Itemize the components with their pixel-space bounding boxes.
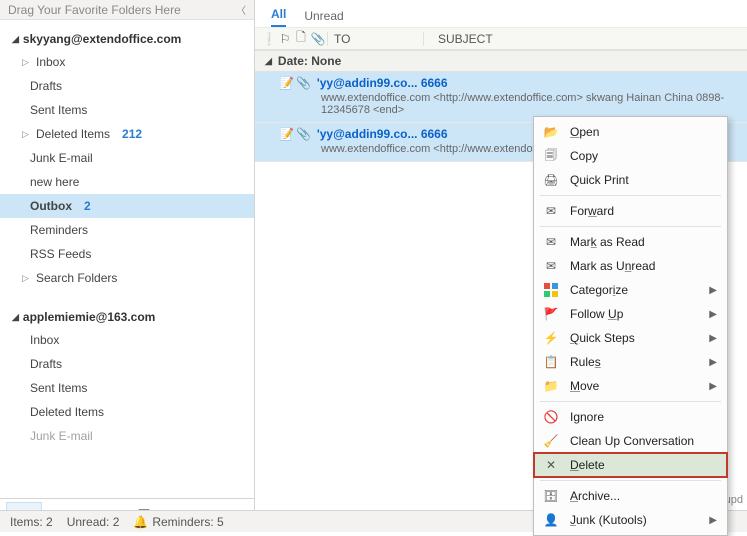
message-subject: 'yy@addin99.co... 6666 (317, 76, 448, 90)
menu-open[interactable]: 📂Open (534, 120, 727, 144)
folder-drafts[interactable]: Drafts (0, 74, 254, 98)
folder-inbox-2[interactable]: Inbox (0, 328, 254, 352)
delete-icon: ✕ (542, 456, 560, 474)
menu-ignore[interactable]: 🚫Ignore (534, 405, 727, 429)
expand-icon: ▷ (22, 57, 30, 68)
categorize-icon (542, 281, 560, 299)
cleanup-icon: 🧹 (542, 432, 560, 450)
message-subject: 'yy@addin99.co... 6666 (317, 127, 448, 141)
rules-icon: 📋 (542, 353, 560, 371)
folder-deleted[interactable]: ▷Deleted Items212 (0, 122, 254, 146)
folder-sent-2[interactable]: Sent Items (0, 376, 254, 400)
account-label: applemiemie@163.com (23, 310, 155, 324)
menu-quick-print[interactable]: 🖨Quick Print (534, 168, 727, 192)
folder-outbox[interactable]: Outbox2 (0, 194, 254, 218)
context-menu: 📂Open 🗐Copy 🖨Quick Print ✉Forward ✉Mark … (533, 116, 728, 536)
attachment-icon: 📎 (296, 76, 311, 90)
archive-icon: 🗄 (542, 487, 560, 505)
account-2[interactable]: ◢ applemiemie@163.com (0, 304, 254, 328)
folder-count: 212 (122, 127, 142, 141)
menu-cleanup[interactable]: 🧹Clean Up Conversation (534, 429, 727, 453)
menu-copy[interactable]: 🗐Copy (534, 144, 727, 168)
menu-move[interactable]: 📁Move▶ (534, 374, 727, 398)
status-items: Items: 2 (10, 515, 53, 529)
col-subject[interactable]: SUBJECT (423, 32, 747, 46)
flag-icon: 🚩 (542, 305, 560, 323)
menu-mark-unread[interactable]: ✉Mark as Unread (534, 254, 727, 278)
open-icon: 📂 (542, 123, 560, 141)
message-status-icons: 📝 📎 (279, 76, 311, 90)
folder-deleted-2[interactable]: Deleted Items (0, 400, 254, 424)
menu-junk[interactable]: 👤Junk (Kutools)▶ (534, 508, 727, 532)
tab-unread[interactable]: Unread (304, 9, 343, 27)
folder-sent[interactable]: Sent Items (0, 98, 254, 122)
folder-junk-2[interactable]: Junk E-mail (0, 424, 254, 448)
bell-icon: 🔔 (133, 515, 148, 529)
menu-delete[interactable]: ✕Delete (534, 453, 727, 477)
print-icon: 🖨 (542, 171, 560, 189)
folder-reminders[interactable]: Reminders (0, 218, 254, 242)
folder-drafts-2[interactable]: Drafts (0, 352, 254, 376)
folder-tree: ◢ skyyang@extendoffice.com ▷Inbox Drafts… (0, 20, 254, 498)
menu-categorize[interactable]: Categorize▶ (534, 278, 727, 302)
menu-mark-read[interactable]: ✉Mark as Read (534, 230, 727, 254)
move-icon: 📁 (542, 377, 560, 395)
status-reminders[interactable]: 🔔 Reminders: 5 (133, 515, 223, 529)
folder-count: 2 (84, 199, 91, 213)
expand-icon: ▷ (22, 129, 30, 140)
status-unread: Unread: 2 (67, 515, 120, 529)
col-to[interactable]: TO (327, 32, 423, 46)
folder-search[interactable]: ▷Search Folders (0, 266, 254, 290)
chevron-left-icon[interactable]: 〈 (236, 2, 246, 17)
menu-follow-up[interactable]: 🚩Follow Up▶ (534, 302, 727, 326)
submenu-arrow-icon: ▶ (709, 309, 717, 320)
submenu-arrow-icon: ▶ (709, 381, 717, 392)
folder-junk[interactable]: Junk E-mail (0, 146, 254, 170)
collapse-icon: ◢ (12, 34, 19, 45)
favorites-drop-zone[interactable]: Drag Your Favorite Folders Here 〈 (0, 0, 254, 20)
folder-rss[interactable]: RSS Feeds (0, 242, 254, 266)
column-header[interactable]: ❕ ⚐ 🗋 📎 TO SUBJECT (255, 28, 747, 50)
read-icon: ✉ (542, 233, 560, 251)
submenu-arrow-icon: ▶ (709, 285, 717, 296)
menu-rules[interactable]: 📋Rules▶ (534, 350, 727, 374)
folder-newhere[interactable]: new here (0, 170, 254, 194)
favorites-hint: Drag Your Favorite Folders Here (8, 3, 181, 17)
junk-icon: 👤 (542, 511, 560, 529)
message-status-icons: 📝 📎 (279, 127, 311, 141)
menu-archive[interactable]: 🗄Archive... (534, 484, 727, 508)
folder-sidebar: Drag Your Favorite Folders Here 〈 ◢ skyy… (0, 0, 255, 532)
unread-icon: ✉ (542, 257, 560, 275)
filter-tabs: All Unread (255, 0, 747, 28)
menu-forward[interactable]: ✉Forward (534, 199, 727, 223)
col-importance-icon[interactable]: ❕ (261, 32, 277, 46)
collapse-icon: ◢ (12, 312, 19, 323)
expand-icon: ▷ (22, 273, 30, 284)
account-label: skyyang@extendoffice.com (23, 32, 181, 46)
group-header[interactable]: ◢ Date: None (255, 50, 747, 72)
forward-icon: ✉ (542, 202, 560, 220)
col-icon[interactable]: 🗋 (293, 28, 309, 49)
col-reminder-icon[interactable]: ⚐ (277, 32, 293, 46)
menu-quick-steps[interactable]: ⚡Quick Steps▶ (534, 326, 727, 350)
lightning-icon: ⚡ (542, 329, 560, 347)
col-attachment-icon[interactable]: 📎 (309, 32, 327, 46)
group-label: Date: None (278, 54, 341, 68)
submenu-arrow-icon: ▶ (709, 515, 717, 526)
account-1[interactable]: ◢ skyyang@extendoffice.com (0, 26, 254, 50)
collapse-icon: ◢ (265, 56, 272, 67)
folder-inbox[interactable]: ▷Inbox (0, 50, 254, 74)
submenu-arrow-icon: ▶ (709, 357, 717, 368)
submenu-arrow-icon: ▶ (709, 333, 717, 344)
message-preview: www.extendoffice.com <http://www.extendo… (279, 90, 739, 116)
attachment-icon: 📎 (296, 127, 311, 141)
tab-all[interactable]: All (271, 7, 286, 27)
ignore-icon: 🚫 (542, 408, 560, 426)
draft-icon: 📝 (279, 127, 294, 141)
draft-icon: 📝 (279, 76, 294, 90)
copy-icon: 🗐 (542, 147, 560, 165)
